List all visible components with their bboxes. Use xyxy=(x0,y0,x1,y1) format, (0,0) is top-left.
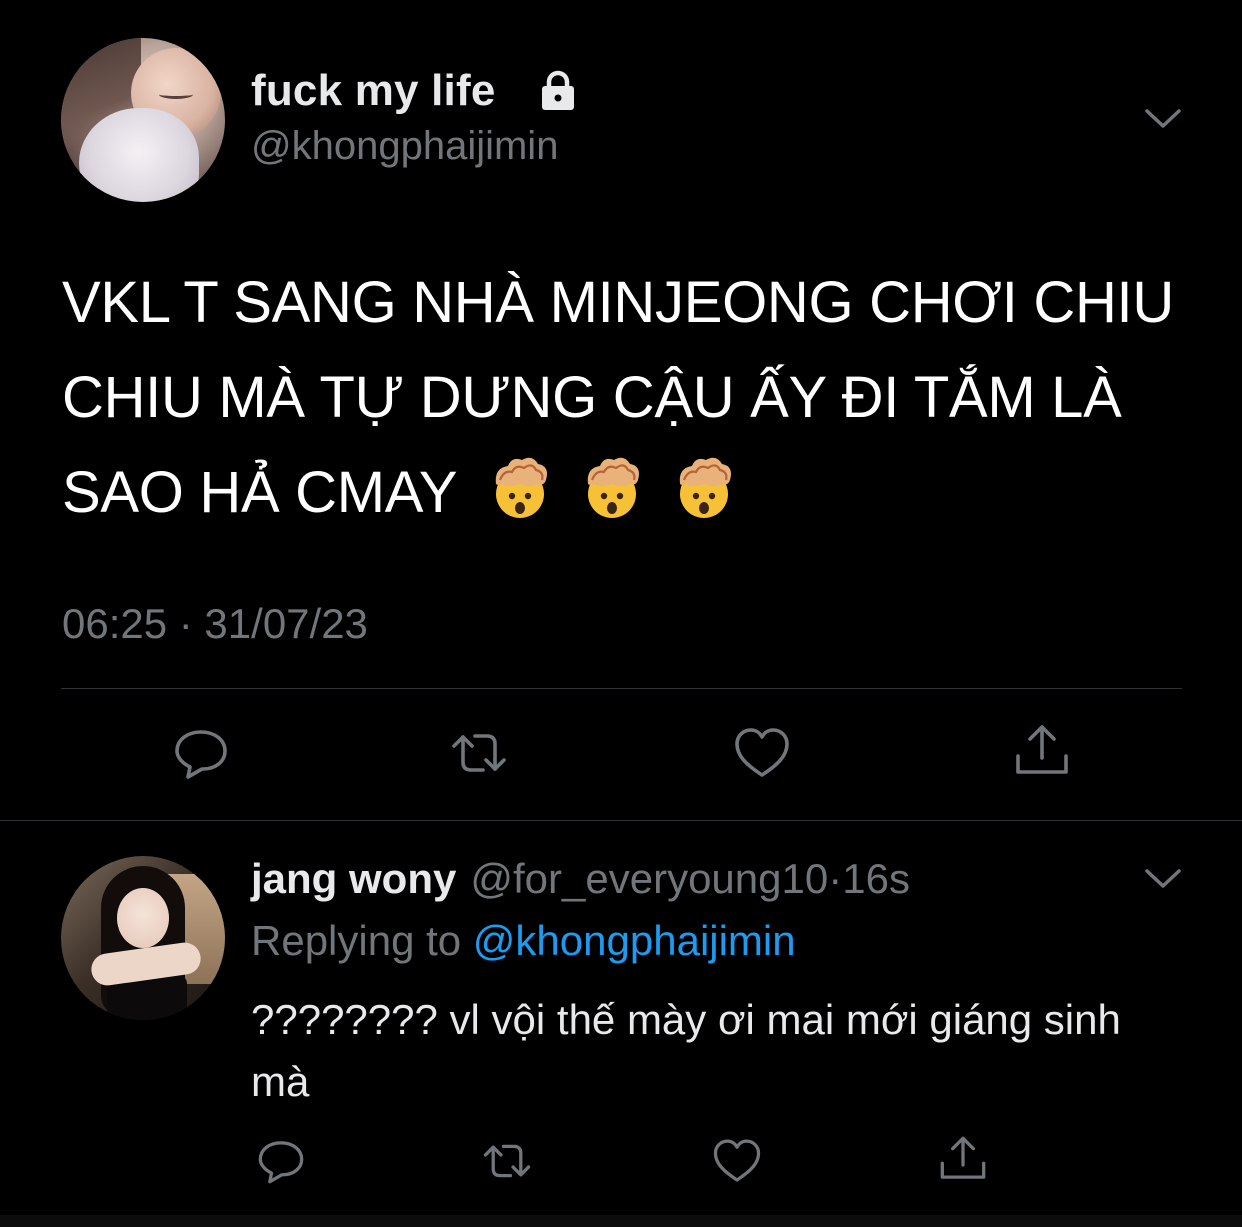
reply-tweet-text: ???????? vl vội thế mày ơi mai mới giáng… xyxy=(251,996,1121,1105)
reply-header: jang wony @for_everyoung10·16s xyxy=(251,855,910,903)
retweet-icon[interactable] xyxy=(450,724,508,782)
lock-icon xyxy=(542,70,574,110)
divider xyxy=(61,688,1182,689)
chevron-down-icon[interactable] xyxy=(1143,862,1183,896)
replying-prefix: Replying to xyxy=(251,917,473,964)
retweet-icon[interactable] xyxy=(482,1136,532,1186)
reply-avatar[interactable] xyxy=(61,856,225,1020)
exploding-head-emoji-icon xyxy=(587,457,639,518)
exploding-head-emoji-icon xyxy=(679,457,731,518)
main-tweet-text: VKL T SANG NHÀ MINJEONG CHƠI CHIU CHIU M… xyxy=(62,255,1182,540)
main-timestamp[interactable]: 06:25 · 31/07/23 xyxy=(62,600,368,648)
separator-dot: · xyxy=(828,855,843,902)
reply-handle[interactable]: @for_everyoung10 xyxy=(470,855,828,902)
reply-time-ago[interactable]: 16s xyxy=(842,855,910,902)
share-icon[interactable] xyxy=(1013,722,1071,780)
exploding-head-emoji-icon xyxy=(495,457,548,518)
reply-icon[interactable] xyxy=(256,1136,306,1186)
main-display-name[interactable]: fuck my life xyxy=(251,66,496,116)
replying-mention-link[interactable]: @khongphaijimin xyxy=(473,917,796,964)
bottom-edge xyxy=(0,1215,1242,1227)
main-handle[interactable]: @khongphaijimin xyxy=(251,124,558,169)
reply-icon[interactable] xyxy=(172,724,230,782)
share-icon[interactable] xyxy=(938,1134,988,1184)
chevron-down-icon[interactable] xyxy=(1143,102,1183,136)
replying-to: Replying to @khongphaijimin xyxy=(251,917,796,965)
heart-icon[interactable] xyxy=(733,724,791,782)
main-avatar[interactable] xyxy=(61,38,225,202)
heart-icon[interactable] xyxy=(712,1136,762,1186)
reply-display-name[interactable]: jang wony xyxy=(251,855,456,902)
tweet-separator xyxy=(0,820,1242,821)
